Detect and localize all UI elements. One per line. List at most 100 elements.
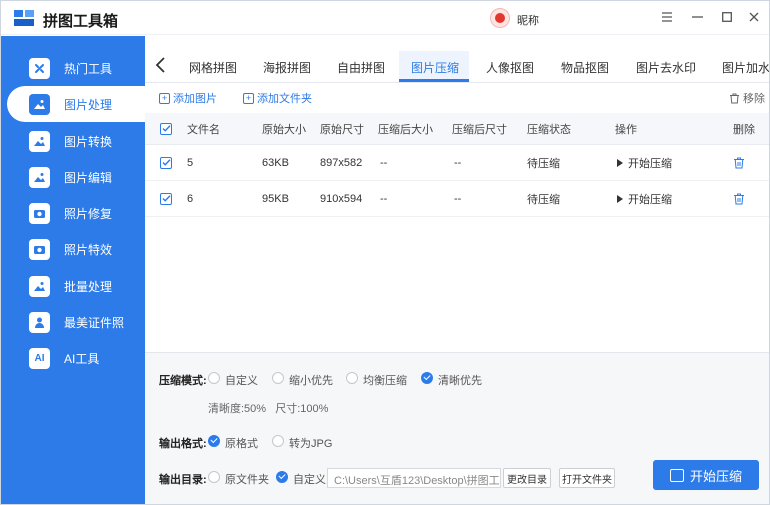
sidebar-item-photo-repair[interactable]: 照片修复 — [1, 195, 145, 231]
mode-shrink-radio[interactable] — [272, 372, 284, 384]
avatar[interactable] — [490, 8, 510, 28]
cell-status: 待压缩 — [527, 157, 560, 170]
tab-bar: 网格拼图 海报拼图 自由拼图 图片压缩 人像抠图 物品抠图 图片去水印 图片加水 — [145, 51, 769, 83]
dir-original-radio[interactable] — [208, 471, 220, 483]
sidebar-item-label: 照片特效 — [64, 242, 113, 257]
start-compress-row-button[interactable]: 开始压缩 — [617, 181, 672, 216]
header-filename: 文件名 — [187, 123, 220, 136]
tab-poster-collage[interactable]: 海报拼图 — [263, 59, 311, 76]
header-compressed-size: 压缩后大小 — [378, 123, 433, 136]
row-checkbox[interactable] — [160, 192, 172, 205]
mode-balanced-label[interactable]: 均衡压缩 — [363, 372, 407, 388]
table-header: 文件名 原始大小 原始尺寸 压缩后大小 压缩后尺寸 压缩状态 操作 删除 — [145, 113, 769, 145]
cell-original-size: 63KB — [262, 156, 289, 169]
dir-original-label[interactable]: 原文件夹 — [225, 471, 269, 487]
row-checkbox[interactable] — [160, 156, 172, 169]
sidebar-item-hot-tools[interactable]: 热门工具 — [1, 50, 145, 86]
hot-tools-icon — [29, 57, 50, 79]
sidebar-item-batch-process[interactable]: 批量处理 — [1, 268, 145, 304]
cell-status: 待压缩 — [527, 193, 560, 206]
sidebar-item-label: 图片处理 — [64, 97, 113, 112]
tab-object-cutout[interactable]: 物品抠图 — [561, 59, 609, 76]
header-action: 操作 — [615, 123, 637, 136]
add-image-button[interactable]: + 添加图片 — [159, 90, 217, 106]
mode-custom-label[interactable]: 自定义 — [225, 372, 258, 388]
minimize-icon[interactable] — [686, 6, 708, 28]
trash-icon[interactable] — [733, 157, 745, 169]
header-original-size: 原始大小 — [262, 123, 306, 136]
menu-icon[interactable] — [656, 6, 678, 28]
start-compress-button[interactable]: 开始压缩 — [653, 460, 759, 490]
app-logo-icon — [14, 10, 34, 26]
sidebar-item-label: 照片修复 — [64, 206, 113, 221]
add-image-label: 添加图片 — [173, 93, 217, 105]
sidebar-item-label: AI工具 — [64, 351, 100, 366]
select-all-checkbox[interactable] — [160, 122, 172, 135]
tab-free-collage[interactable]: 自由拼图 — [337, 59, 385, 76]
cell-compressed-dims: -- — [454, 192, 462, 205]
cell-compressed-size: -- — [380, 156, 388, 169]
compress-mode-label: 压缩模式: — [159, 375, 207, 387]
sidebar-item-image-process[interactable]: 图片处理 — [7, 86, 151, 122]
title-bar: 拼图工具箱 昵称 — [1, 1, 769, 35]
play-icon — [617, 194, 623, 203]
app-window: 拼图工具箱 昵称 热门工具 图片处理 图片转换 图片编辑 照片修复 照片特效 批… — [0, 0, 770, 505]
output-format-label: 输出格式: — [159, 438, 207, 450]
tab-portrait-cutout[interactable]: 人像抠图 — [486, 59, 534, 76]
nickname[interactable]: 昵称 — [517, 12, 539, 28]
play-icon — [617, 158, 623, 167]
dir-custom-label[interactable]: 自定义 — [293, 471, 326, 487]
back-arrow-icon[interactable] — [153, 56, 169, 74]
compress-icon — [669, 468, 684, 482]
dir-custom-radio[interactable] — [276, 471, 288, 483]
tab-remove-watermark[interactable]: 图片去水印 — [636, 59, 696, 76]
sidebar-item-id-photo[interactable]: 最美证件照 — [1, 304, 145, 340]
format-jpg-label[interactable]: 转为JPG — [289, 435, 332, 451]
maximize-icon[interactable] — [716, 6, 738, 28]
cell-original-size: 95KB — [262, 192, 289, 205]
mode-custom-radio[interactable] — [208, 372, 220, 384]
mode-clarity-label[interactable]: 清晰优先 — [438, 372, 482, 388]
tab-grid-collage[interactable]: 网格拼图 — [189, 59, 237, 76]
output-path-field[interactable]: C:\Users\互盾123\Desktop\拼图工 — [327, 468, 501, 488]
format-jpg-radio[interactable] — [272, 435, 284, 447]
sidebar-item-image-edit[interactable]: 图片编辑 — [1, 159, 145, 195]
table-row[interactable]: 5 63KB 897x582 -- -- 待压缩 开始压缩 — [145, 145, 769, 181]
start-compress-row-button[interactable]: 开始压缩 — [617, 145, 672, 180]
sidebar-item-image-convert[interactable]: 图片转换 — [1, 123, 145, 159]
close-icon[interactable] — [743, 6, 765, 28]
header-compressed-dims: 压缩后尺寸 — [452, 123, 507, 136]
image-process-icon — [29, 93, 50, 115]
sidebar-item-photo-effects[interactable]: 照片特效 — [1, 231, 145, 267]
mode-balanced-radio[interactable] — [346, 372, 358, 384]
remove-label: 移除 — [743, 93, 765, 105]
sidebar-item-ai-tools[interactable]: AI AI工具 — [1, 340, 145, 376]
open-folder-button[interactable]: 打开文件夹 — [559, 468, 615, 488]
tab-image-compress[interactable]: 图片压缩 — [411, 59, 459, 76]
format-original-radio[interactable] — [208, 435, 220, 447]
sidebar-item-label: 图片编辑 — [64, 170, 113, 185]
cell-original-dims: 897x582 — [320, 156, 363, 169]
change-dir-button[interactable]: 更改目录 — [503, 468, 551, 488]
format-original-label[interactable]: 原格式 — [225, 435, 258, 451]
output-dir-label: 输出目录: — [159, 474, 207, 486]
header-delete: 删除 — [733, 123, 755, 136]
ai-tools-icon: AI — [29, 347, 50, 369]
header-original-dims: 原始尺寸 — [320, 123, 364, 136]
mode-clarity-radio[interactable] — [421, 372, 433, 384]
add-folder-button[interactable]: + 添加文件夹 — [243, 90, 312, 106]
plus-icon: + — [159, 92, 170, 104]
table-row[interactable]: 6 95KB 910x594 -- -- 待压缩 开始压缩 — [145, 181, 769, 217]
mode-shrink-label[interactable]: 缩小优先 — [289, 372, 333, 388]
tab-add-watermark[interactable]: 图片加水 — [722, 59, 769, 76]
settings-panel: 压缩模式: 自定义 缩小优先 均衡压缩 清晰优先 清晰度:50% 尺寸:100%… — [145, 352, 769, 504]
active-tab-underline — [399, 79, 469, 82]
id-photo-icon — [29, 311, 50, 333]
action-label: 开始压缩 — [628, 157, 672, 170]
action-label: 开始压缩 — [628, 193, 672, 206]
sidebar-item-label: 批量处理 — [64, 279, 113, 294]
remove-button[interactable]: 移除 — [729, 90, 765, 106]
trash-icon[interactable] — [733, 193, 745, 205]
sidebar-item-label: 热门工具 — [64, 61, 113, 76]
cell-original-dims: 910x594 — [320, 192, 363, 205]
